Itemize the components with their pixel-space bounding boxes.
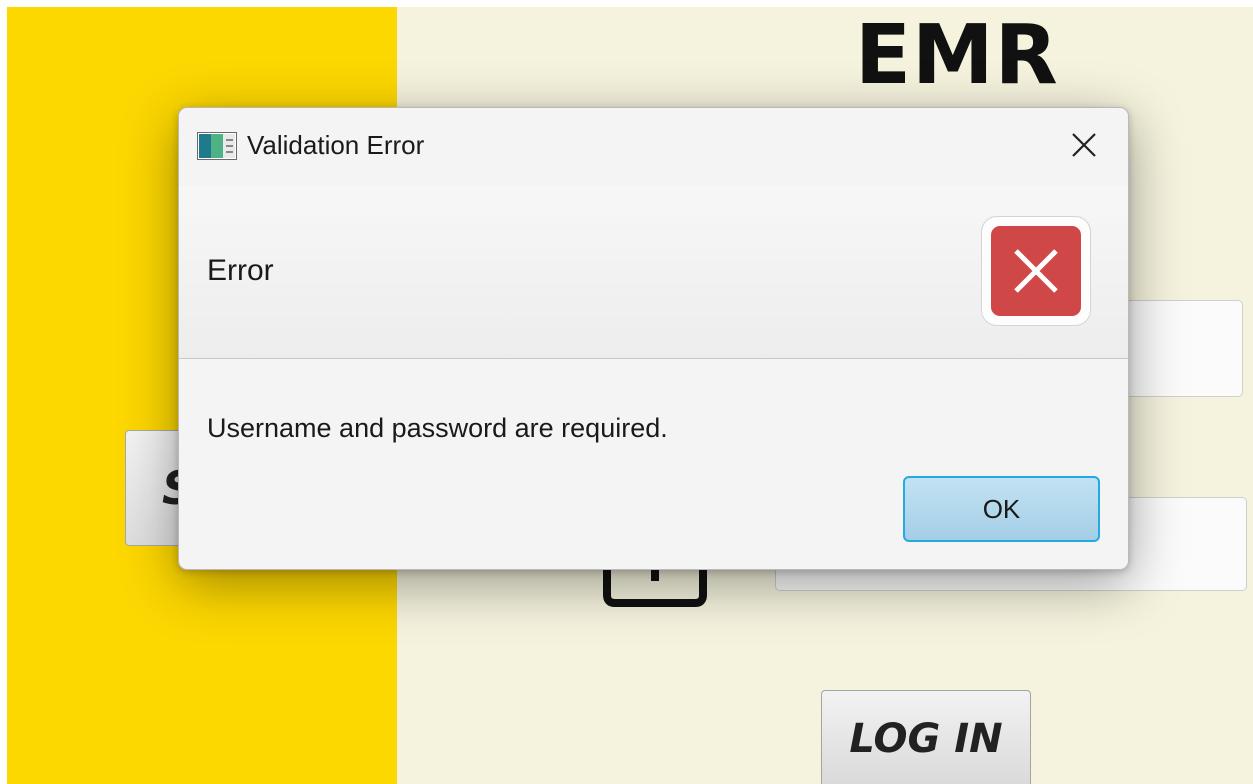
dialog-header: Error	[179, 186, 1128, 359]
close-icon	[1072, 133, 1096, 157]
login-button[interactable]: LOG IN	[821, 690, 1031, 784]
dialog-title: Validation Error	[247, 130, 425, 160]
close-button[interactable]	[1067, 128, 1101, 162]
error-icon-frame	[981, 216, 1091, 326]
dialog-message: Username and password are required.	[207, 413, 668, 443]
error-x-glyph	[1014, 249, 1058, 293]
app-title: EMR	[855, 8, 1059, 103]
ok-button[interactable]: OK	[903, 476, 1100, 542]
dialog-titlebar: Validation Error	[179, 108, 1128, 186]
error-x-icon	[991, 226, 1081, 316]
app-window-icon	[197, 132, 237, 160]
dialog-header-text: Error	[207, 254, 274, 287]
validation-error-dialog: Validation Error Error Username and pass…	[178, 107, 1129, 570]
